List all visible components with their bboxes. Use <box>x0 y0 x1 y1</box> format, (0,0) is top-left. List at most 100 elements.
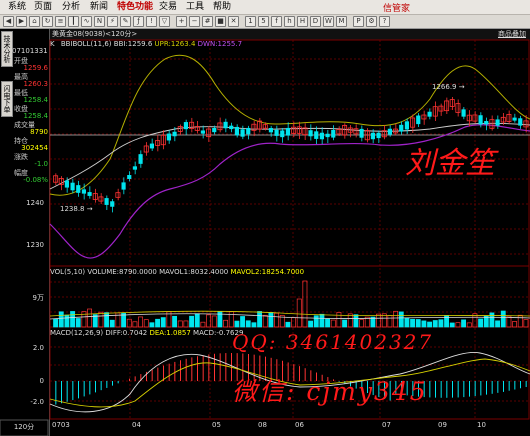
alert-icon[interactable]: ! <box>146 16 157 27</box>
volume-bar <box>189 315 195 328</box>
candle-body <box>285 127 290 136</box>
period-15-icon[interactable]: f <box>271 16 282 27</box>
forward-icon[interactable]: ▶ <box>16 16 27 27</box>
volume-bar <box>421 320 427 328</box>
indicator-icon[interactable]: ƒ <box>133 16 144 27</box>
period-week-icon[interactable]: W <box>323 16 334 27</box>
volume-bar <box>336 312 342 328</box>
volume-bar <box>211 315 217 328</box>
macd-tick-label: -2.0 <box>30 398 44 406</box>
candle-body <box>104 198 109 205</box>
volume-bar <box>427 321 433 328</box>
candle-body <box>314 131 319 139</box>
filter-icon[interactable]: ▽ <box>159 16 170 27</box>
volume-bar <box>240 316 246 328</box>
cross-icon[interactable]: ✕ <box>228 16 239 27</box>
menu-tools[interactable]: 工具 <box>186 1 204 13</box>
candle-body <box>484 121 489 125</box>
candle-body <box>319 132 324 140</box>
volume-bar <box>268 312 274 328</box>
volume-bar <box>466 322 472 328</box>
candle-body <box>132 166 137 170</box>
brand-label: 信管家 <box>383 4 411 14</box>
menu-trade[interactable]: 交易 <box>159 1 177 13</box>
volume-bar <box>398 311 404 328</box>
volume-bar <box>523 319 529 328</box>
home-icon[interactable]: ⌂ <box>29 16 40 27</box>
volume-bar <box>262 314 268 328</box>
flash-order-icon[interactable]: ⚡ <box>107 16 118 27</box>
news-icon[interactable]: N <box>94 16 105 27</box>
menu-analysis[interactable]: 分析 <box>62 1 80 13</box>
vol-mavol1: MAVOL1:8032.4000 <box>159 268 229 276</box>
volume-bar <box>455 322 461 328</box>
candle-body <box>387 128 392 135</box>
candle-body <box>370 132 375 140</box>
menu-help[interactable]: 帮助 <box>213 1 231 13</box>
period-5-icon[interactable]: 5 <box>258 16 269 27</box>
volume-bar <box>194 313 200 328</box>
candle-body <box>121 182 126 190</box>
refresh-icon[interactable]: ↻ <box>42 16 53 27</box>
period-30-icon[interactable]: h <box>284 16 295 27</box>
date-tick-label: 05 <box>212 421 221 429</box>
draw-icon[interactable]: ✎ <box>120 16 131 27</box>
volume-bar <box>223 319 229 328</box>
grid-icon[interactable]: # <box>202 16 213 27</box>
candle-body <box>512 117 517 121</box>
volume-bar <box>291 317 297 328</box>
watermark-wechat: 微信: cjmy345 <box>232 377 428 406</box>
candle-body <box>127 175 132 179</box>
volume-bar <box>489 312 495 328</box>
candle-body <box>240 129 245 137</box>
candle-body <box>280 130 285 138</box>
low-annotation: 1238.8 → <box>60 205 93 213</box>
menu-news[interactable]: 新闻 <box>90 1 108 13</box>
candle-body <box>223 121 228 129</box>
print-icon[interactable]: P <box>353 16 364 27</box>
zoom-in-icon[interactable]: + <box>176 16 187 27</box>
period-1-icon[interactable]: 1 <box>245 16 256 27</box>
period-60-icon[interactable]: H <box>297 16 308 27</box>
zoom-out-icon[interactable]: − <box>189 16 200 27</box>
volume-bar <box>75 318 81 328</box>
candle-body <box>70 182 75 191</box>
volume-bar <box>387 315 393 328</box>
candle-body <box>416 115 421 125</box>
help-icon[interactable]: ? <box>379 16 390 27</box>
volume-bar <box>410 318 416 328</box>
lock-icon[interactable]: ■ <box>215 16 226 27</box>
vol-mavol2: MAVOL2:18254.7000 <box>230 268 305 276</box>
volume-bar <box>138 316 144 328</box>
quote-list-icon[interactable]: ≡ <box>55 16 66 27</box>
menu-special-features[interactable]: 特色功能 <box>117 1 153 13</box>
back-icon[interactable]: ◀ <box>3 16 14 27</box>
boll-prefix: K <box>50 40 55 48</box>
candle-body <box>64 180 69 188</box>
volume-bar <box>461 319 467 328</box>
menu-system[interactable]: 系统 <box>8 1 26 13</box>
period-month-icon[interactable]: M <box>336 16 347 27</box>
boll-dwn: DWN:1255.7 <box>197 40 243 48</box>
boll-indicator-line: K BBIBOLL(11,6) BBI:1259.6 UPR:1263.4 DW… <box>50 40 242 49</box>
volume-bar <box>274 312 280 328</box>
volume-bar <box>393 310 399 328</box>
candle-body <box>183 122 188 130</box>
settings-icon[interactable]: ⚙ <box>366 16 377 27</box>
price-tick-label: 1240 <box>26 199 44 207</box>
volume-bar <box>415 319 421 328</box>
kline-icon[interactable]: ┃ <box>68 16 79 27</box>
minute-chart-icon[interactable]: ∿ <box>81 16 92 27</box>
candle-body <box>495 119 500 126</box>
volume-bar <box>330 319 336 328</box>
volume-bar <box>432 320 438 328</box>
volume-bar <box>234 320 240 328</box>
menu-page[interactable]: 页面 <box>34 1 52 13</box>
period-day-icon[interactable]: D <box>310 16 321 27</box>
volume-bar <box>245 320 251 328</box>
volume-bar <box>483 315 489 328</box>
candle-body <box>234 126 239 136</box>
candle-body <box>212 127 217 133</box>
macd-tick-label: 0 <box>40 377 44 385</box>
volume-bar <box>155 318 161 328</box>
